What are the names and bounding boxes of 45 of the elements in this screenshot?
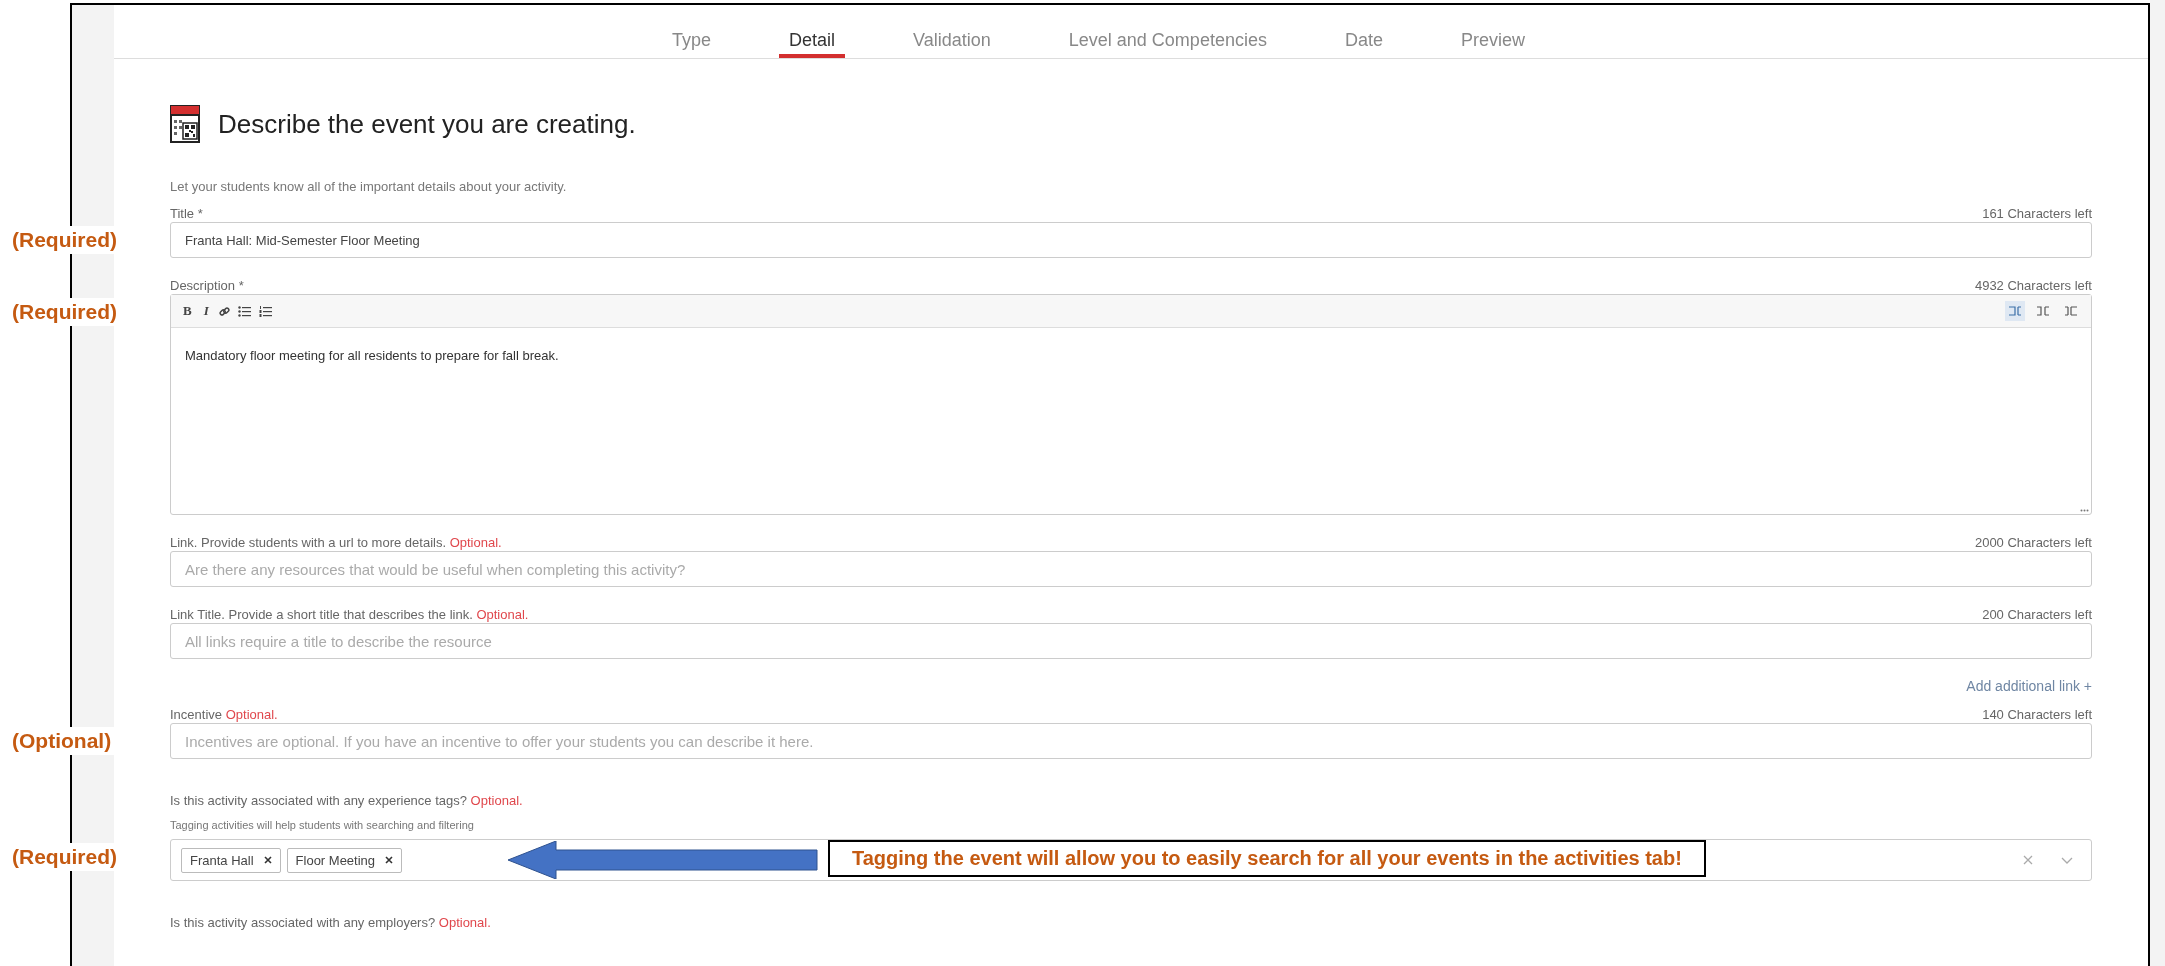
add-link[interactable]: Add additional link + bbox=[1966, 678, 2092, 694]
numbered-list-icon[interactable] bbox=[258, 305, 272, 317]
tab[interactable]: Preview bbox=[1450, 5, 1535, 58]
bulleted-list-icon[interactable] bbox=[237, 305, 251, 317]
characters-left: 4932 Characters left bbox=[1974, 278, 2092, 294]
remove-icon[interactable] bbox=[263, 856, 272, 864]
field-label: Title * bbox=[170, 206, 203, 222]
description-editor[interactable]: Mandatory floor meeting for all residents to prepare for fall break. bbox=[171, 328, 2091, 514]
tab[interactable]: Detail bbox=[779, 5, 846, 58]
field-label: Link. Provide students with a url to more details. Optional. bbox=[170, 535, 502, 551]
field-label: Is this activity associated with any employers? Optional. bbox=[170, 915, 491, 931]
hint-text: Tagging activities will help students with searching and filtering bbox=[170, 819, 475, 832]
field-label: Link Title. Provide a short title that describes the link. Optional. bbox=[170, 607, 529, 623]
text-field[interactable]: All links require a title to describe the resource bbox=[170, 623, 2092, 659]
calendar-icon bbox=[170, 105, 200, 143]
tab[interactable]: Type bbox=[662, 5, 722, 58]
tag-chip[interactable]: Floor Meeting bbox=[286, 847, 403, 873]
field-label: Description * bbox=[170, 278, 244, 294]
clear-icon[interactable] bbox=[2023, 855, 2033, 865]
italic-button[interactable]: I bbox=[201, 303, 211, 319]
field-label: Incentive Optional. bbox=[170, 707, 278, 723]
text-field[interactable]: Incentives are optional. If you have an incentive to offer your students you can describe it here. bbox=[170, 723, 2092, 759]
characters-left: 2000 Characters left bbox=[1974, 535, 2092, 551]
text-direction-icon bbox=[2009, 306, 2021, 316]
remove-icon[interactable] bbox=[385, 856, 394, 864]
callout-note: Tagging the event will allow you to easily search for all your events in the activities tab! bbox=[828, 840, 1706, 877]
text-direction-icon bbox=[2037, 306, 2049, 316]
characters-left: 200 Characters left bbox=[1982, 607, 2092, 623]
text-direction-button[interactable] bbox=[2005, 301, 2025, 321]
link-icon[interactable] bbox=[218, 305, 230, 317]
characters-left: 161 Characters left bbox=[1982, 206, 2092, 222]
chevron-down-icon[interactable] bbox=[2061, 856, 2073, 864]
text-field[interactable]: Are there any resources that would be useful when completing this activity? bbox=[170, 551, 2092, 587]
text-direction-icon bbox=[2065, 306, 2077, 316]
tab[interactable]: Level and Competencies bbox=[1058, 5, 1277, 58]
resize-grip-icon[interactable] bbox=[2080, 509, 2089, 512]
field-label: Is this activity associated with any experience tags? Optional. bbox=[170, 793, 523, 809]
page-heading: Describe the event you are creating. bbox=[218, 108, 636, 140]
characters-left: 140 Characters left bbox=[1982, 707, 2092, 723]
bold-button[interactable]: B bbox=[181, 303, 194, 319]
tab[interactable]: Date bbox=[1334, 5, 1393, 58]
text-field[interactable]: Franta Hall: Mid-Semester Floor Meeting bbox=[170, 222, 2092, 258]
tag-chip[interactable]: Franta Hall bbox=[181, 847, 281, 873]
page-subtitle: Let your students know all of the important details about your activity. bbox=[170, 179, 568, 194]
tab[interactable]: Validation bbox=[903, 5, 1001, 58]
